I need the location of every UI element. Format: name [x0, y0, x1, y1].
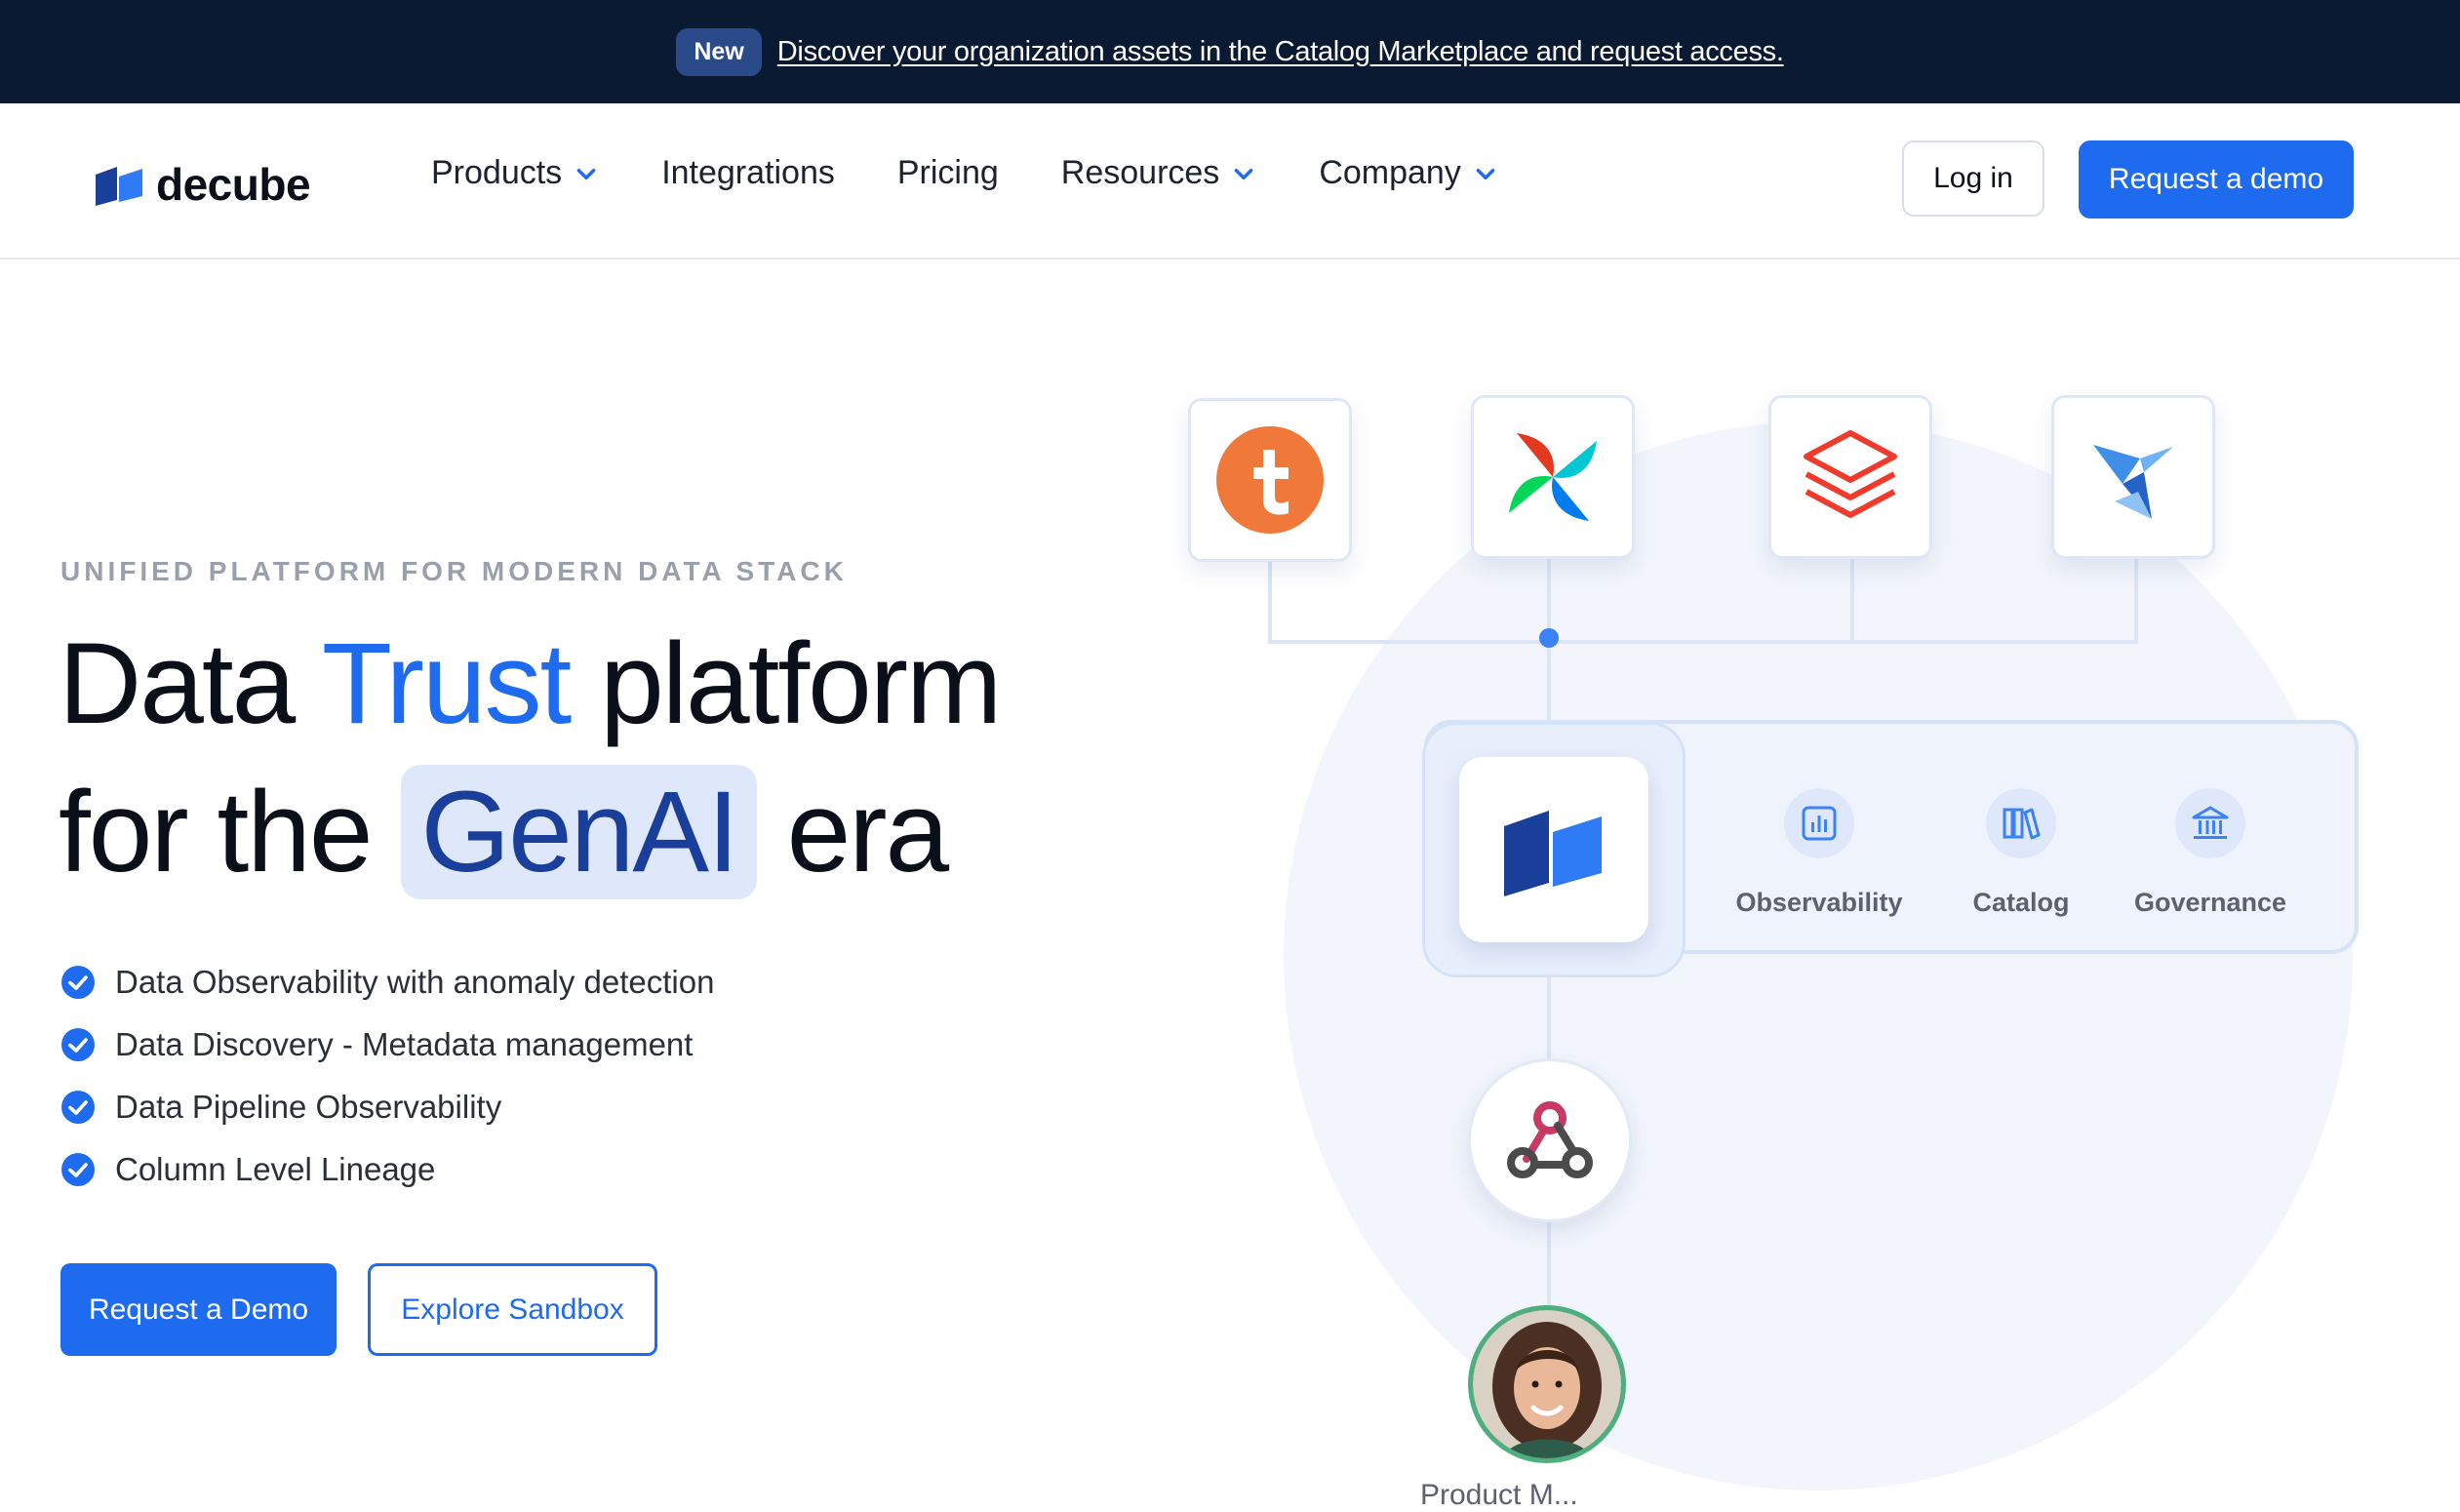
list-item: Data Discovery - Metadata management: [60, 1014, 714, 1076]
request-demo-nav-button[interactable]: Request a demo: [2079, 140, 2354, 219]
decube-logo-icon: [96, 167, 142, 206]
announcement-content: New Discover your organization assets in…: [676, 27, 1784, 76]
headline-text: Data: [59, 619, 322, 748]
hero-headline: Data Trust platform for the GenAI era: [59, 610, 1002, 906]
check-circle-icon: [61, 966, 95, 999]
tool-card-talend: [1188, 398, 1352, 562]
avatar-caption: Product M...: [1420, 1479, 1578, 1511]
explore-sandbox-button[interactable]: Explore Sandbox: [368, 1263, 657, 1356]
platform-feature-governance: Governance: [2103, 788, 2318, 918]
headline-highlight-trust: Trust: [321, 619, 572, 748]
feature-text: Data Pipeline Observability: [115, 1089, 502, 1125]
platform-logo: [1459, 757, 1648, 942]
tool-card-fivetran: [2051, 395, 2215, 559]
nav-item-label: Products: [431, 154, 563, 191]
nav-item-resources[interactable]: Resources: [1061, 154, 1257, 192]
feature-label: Catalog: [1972, 888, 2070, 917]
feature-icon-wrap: [1784, 788, 1854, 858]
webhook-node: [1468, 1058, 1632, 1222]
connector-line: [1850, 558, 1854, 644]
announcement-link[interactable]: Discover your organization assets in the…: [777, 36, 1784, 68]
headline-text: for the: [59, 768, 402, 896]
airflow-icon: [1509, 433, 1597, 521]
list-item: Data Observability with anomaly detectio…: [60, 951, 714, 1014]
books-icon: [2003, 808, 2041, 840]
feature-icon-wrap: [2175, 788, 2245, 858]
connector-line: [2134, 558, 2138, 644]
fivetran-icon: [2093, 445, 2173, 519]
nav-item-label: Pricing: [896, 154, 999, 191]
nav-item-integrations[interactable]: Integrations: [661, 154, 835, 192]
nav-item-pricing[interactable]: Pricing: [897, 154, 999, 192]
check-circle-icon: [61, 1091, 95, 1124]
feature-icon-wrap: [1986, 788, 2056, 858]
check-circle-icon: [61, 1028, 95, 1061]
talend-icon: [1216, 426, 1324, 534]
feature-label: Observability: [1735, 888, 1903, 917]
connector-line: [1268, 640, 2138, 644]
new-badge: New: [676, 27, 762, 76]
junction-dot: [1539, 628, 1559, 648]
check-circle-icon: [61, 1153, 95, 1186]
chart-icon: [1802, 806, 1837, 841]
person-photo-icon: [1473, 1310, 1621, 1458]
list-item: Column Level Lineage: [60, 1138, 714, 1201]
webhook-icon: [1507, 1101, 1593, 1178]
chevron-down-icon: [1476, 168, 1495, 179]
headline-text: platform: [570, 619, 1002, 748]
feature-list: Data Observability with anomaly detectio…: [60, 951, 714, 1201]
bank-icon: [2192, 806, 2229, 839]
decube-logo-icon: [1504, 811, 1602, 896]
headline-text: era: [756, 768, 950, 896]
connector-line: [1268, 558, 1272, 644]
list-item: Data Pipeline Observability: [60, 1076, 714, 1138]
feature-label: Governance: [2133, 888, 2287, 917]
connector-line: [1547, 966, 1551, 1063]
nav-item-label: Integrations: [661, 154, 835, 191]
headline-highlight-genai: GenAI: [401, 765, 757, 899]
feature-text: Data Discovery - Metadata management: [115, 1026, 694, 1062]
platform-feature-observability: Observability: [1712, 788, 1926, 918]
request-demo-button[interactable]: Request a Demo: [60, 1263, 337, 1356]
headline-line-2: for the GenAI era: [59, 758, 1000, 906]
nav-menu: Products Integrations Pricing Resources …: [431, 154, 1498, 192]
login-button[interactable]: Log in: [1902, 140, 2044, 217]
avatar: [1468, 1305, 1626, 1463]
connector-line: [1547, 1216, 1551, 1309]
databricks-icon: [1804, 430, 1897, 518]
logo-text: decube: [156, 159, 311, 210]
platform-feature-catalog: Catalog: [1914, 788, 2128, 918]
feature-text: Column Level Lineage: [115, 1151, 436, 1187]
headline-line-1: Data Trust platform: [59, 610, 1002, 758]
tool-card-databricks: [1768, 395, 1932, 559]
announcement-bar: New Discover your organization assets in…: [0, 0, 2460, 103]
feature-text: Data Observability with anomaly detectio…: [115, 964, 715, 1000]
nav-item-products[interactable]: Products: [431, 154, 599, 192]
nav-item-label: Resources: [1060, 154, 1220, 191]
hero-eyebrow: UNIFIED PLATFORM FOR MODERN DATA STACK: [60, 556, 848, 586]
nav-item-company[interactable]: Company: [1319, 154, 1498, 192]
logo[interactable]: decube: [96, 158, 311, 211]
main-nav: decube Products Integrations Pricing Res…: [0, 103, 2460, 259]
nav-item-label: Company: [1319, 154, 1461, 191]
chevron-down-icon: [576, 168, 596, 179]
tool-card-airflow: [1471, 395, 1635, 559]
chevron-down-icon: [1234, 168, 1253, 179]
